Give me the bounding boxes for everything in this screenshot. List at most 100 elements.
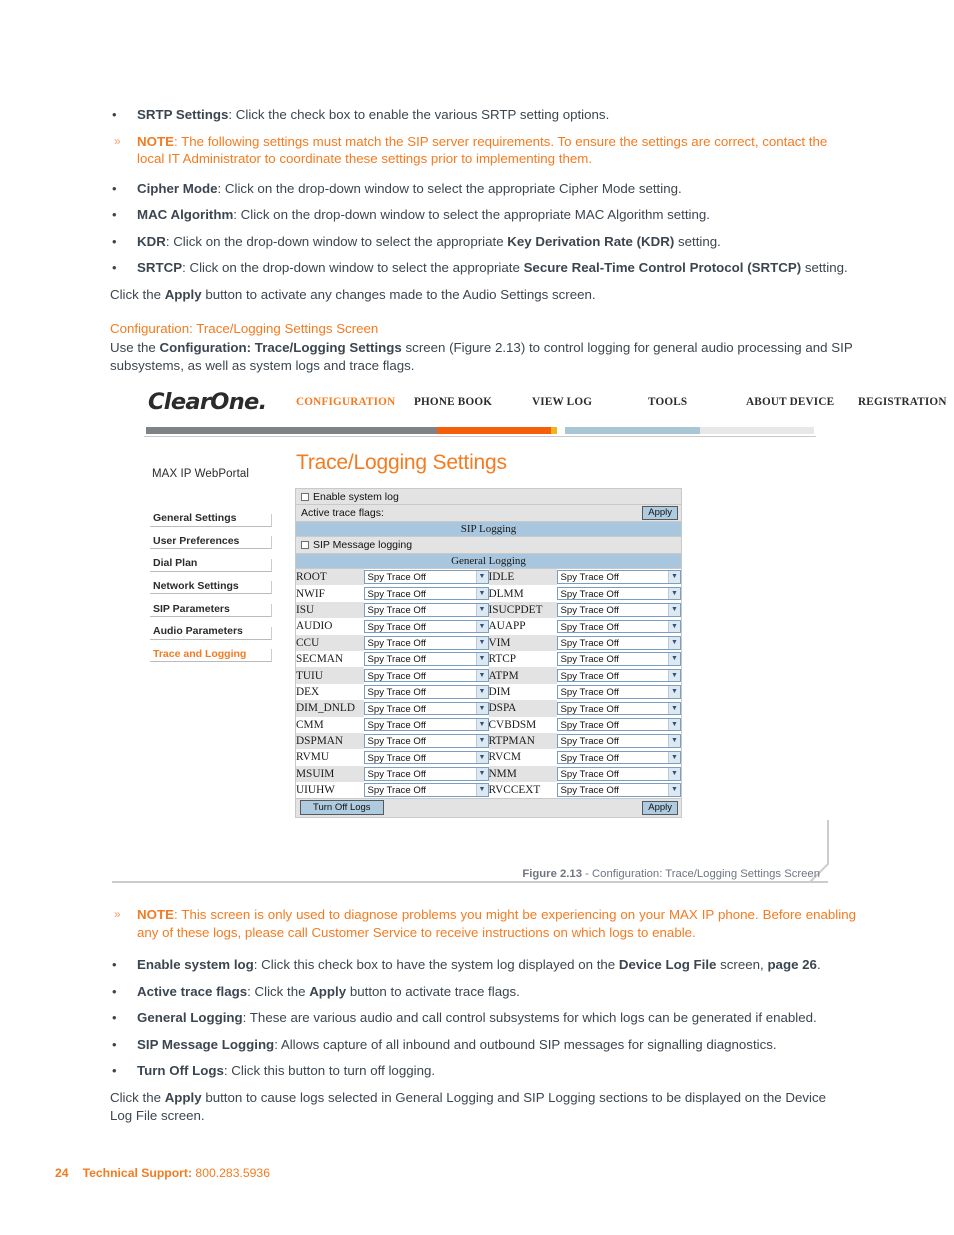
chevron-down-icon[interactable]: ▼ (668, 718, 680, 731)
table-row: TUIU Spy Trace Off ▼ ATPM Spy Trace Off ▼ (295, 667, 682, 684)
chevron-down-icon[interactable]: ▼ (475, 571, 488, 583)
chevron-down-icon[interactable]: ▼ (668, 604, 680, 616)
trace-level-dropdown-left[interactable]: Spy Trace Off ▼ (363, 783, 489, 797)
chevron-down-icon[interactable]: ▼ (475, 669, 488, 682)
trace-level-dropdown-right[interactable]: Spy Trace Off ▼ (556, 619, 681, 634)
table-row: DEX Spy Trace Off ▼ DIM Spy Trace Off ▼ (295, 683, 682, 701)
chevron-down-icon[interactable]: ▼ (475, 751, 488, 764)
nav-item-tools[interactable]: TOOLS (648, 396, 687, 408)
trace-level-dropdown-left[interactable]: Spy Trace Off ▼ (363, 636, 489, 650)
chevron-down-icon[interactable]: ▼ (668, 620, 680, 633)
trace-level-dropdown-right[interactable]: Spy Trace Off ▼ (556, 734, 681, 748)
chevron-down-icon[interactable]: ▼ (668, 571, 680, 583)
trace-level-dropdown-right[interactable]: Spy Trace Off ▼ (556, 767, 681, 781)
enable-system-log-row[interactable]: Enable system log (295, 488, 682, 505)
chevron-down-icon[interactable]: ▼ (475, 620, 488, 633)
chevron-down-icon[interactable]: ▼ (475, 587, 488, 600)
chevron-down-icon[interactable]: ▼ (475, 768, 488, 780)
chevron-down-icon[interactable]: ▼ (475, 718, 488, 731)
trace-level-value: Spy Trace Off (560, 670, 619, 682)
sidebar-item-audio-parameters[interactable]: Audio Parameters (150, 620, 278, 643)
trace-level-dropdown-right[interactable]: Spy Trace Off ▼ (556, 603, 681, 617)
chevron-down-icon[interactable]: ▼ (475, 784, 488, 796)
sidebar-item-dial-plan[interactable]: Dial Plan (150, 552, 278, 575)
chevron-down-icon[interactable]: ▼ (475, 735, 488, 747)
trace-level-value: Spy Trace Off (560, 719, 619, 731)
stripe-segment (436, 427, 552, 434)
bullet-glyph: • (112, 260, 117, 275)
chevron-down-icon[interactable]: ▼ (668, 669, 680, 682)
sidebar-item-user-preferences[interactable]: User Preferences (150, 530, 278, 553)
trace-level-dropdown-left[interactable]: Spy Trace Off ▼ (363, 717, 489, 732)
sidebar-item-sip-parameters[interactable]: SIP Parameters (150, 597, 278, 620)
sidebar-item-tick (271, 626, 272, 640)
sidebar-item-trace-and-logging[interactable]: Trace and Logging (150, 643, 278, 666)
bullet-emphasis-2: page 26 (767, 957, 817, 972)
table-row: MSUIM Spy Trace Off ▼ NMM Spy Trace Off ▼ (295, 765, 682, 783)
trace-level-dropdown-right[interactable]: Spy Trace Off ▼ (556, 685, 681, 699)
trace-level-dropdown-left[interactable]: Spy Trace Off ▼ (363, 734, 489, 748)
trace-level-dropdown-right[interactable]: Spy Trace Off ▼ (556, 586, 681, 601)
trace-level-value: Spy Trace Off (560, 588, 619, 600)
trace-level-dropdown-right[interactable]: Spy Trace Off ▼ (556, 701, 681, 716)
sidebar-item-general-settings[interactable]: General Settings (150, 507, 278, 530)
trace-level-value: Spy Trace Off (560, 621, 619, 633)
chevron-down-icon[interactable]: ▼ (475, 653, 488, 665)
turn-off-logs-button[interactable]: Turn Off Logs (300, 800, 384, 816)
chevron-down-icon[interactable]: ▼ (668, 587, 680, 600)
trace-level-dropdown-left[interactable]: Spy Trace Off ▼ (363, 767, 489, 781)
chevron-down-icon[interactable]: ▼ (668, 751, 680, 764)
sidebar-item-network-settings[interactable]: Network Settings (150, 575, 278, 598)
apply-top-button[interactable]: Apply (642, 506, 678, 520)
note2-text: : This screen is only used to diagnose p… (137, 907, 856, 940)
trace-level-dropdown-left[interactable]: Spy Trace Off ▼ (363, 668, 489, 683)
chevron-down-icon[interactable]: ▼ (668, 653, 680, 665)
chevron-down-icon[interactable]: ▼ (475, 637, 488, 649)
nav-item-registration[interactable]: REGISTRATION (858, 396, 947, 408)
chevron-down-icon[interactable]: ▼ (668, 686, 680, 698)
trace-level-dropdown-left[interactable]: Spy Trace Off ▼ (363, 619, 489, 634)
nav-item-phone-book[interactable]: PHONE BOOK (414, 396, 492, 408)
chevron-down-icon[interactable]: ▼ (668, 637, 680, 649)
trace-level-dropdown-right[interactable]: Spy Trace Off ▼ (556, 570, 681, 584)
bullet-description-2: screen, (716, 957, 768, 972)
trace-level-value: Spy Trace Off (367, 670, 426, 682)
trace-logging-options-list: • Enable system log: Click this check box… (104, 956, 860, 1089)
chevron-down-icon[interactable]: ▼ (475, 604, 488, 616)
chevron-down-icon[interactable]: ▼ (668, 768, 680, 780)
trace-level-dropdown-right[interactable]: Spy Trace Off ▼ (556, 668, 681, 683)
nav-item-configuration[interactable]: CONFIGURATION (296, 396, 395, 408)
trace-level-dropdown-right[interactable]: Spy Trace Off ▼ (556, 717, 681, 732)
trace-level-dropdown-left[interactable]: Spy Trace Off ▼ (363, 652, 489, 666)
sip-message-logging-checkbox[interactable] (301, 541, 309, 549)
chevron-down-icon[interactable]: ▼ (475, 702, 488, 715)
chevron-down-icon[interactable]: ▼ (668, 702, 680, 715)
trace-level-dropdown-left[interactable]: Spy Trace Off ▼ (363, 586, 489, 601)
bullet-description-2: setting. (801, 260, 848, 275)
trace-level-dropdown-left[interactable]: Spy Trace Off ▼ (363, 685, 489, 699)
chevron-down-icon[interactable]: ▼ (668, 735, 680, 747)
trace-flag-label-left: DEX (295, 683, 364, 701)
trace-level-dropdown-left[interactable]: Spy Trace Off ▼ (363, 570, 489, 584)
sip-message-logging-row[interactable]: SIP Message logging (295, 537, 682, 554)
trace-level-value: Spy Trace Off (367, 785, 426, 797)
trace-level-dropdown-left[interactable]: Spy Trace Off ▼ (363, 750, 489, 765)
sidebar-item-underline (150, 570, 272, 572)
trace-level-dropdown-right[interactable]: Spy Trace Off ▼ (556, 750, 681, 765)
nav-item-about-device[interactable]: ABOUT DEVICE (746, 396, 834, 408)
bullet-description: : Click on the drop-down window to selec… (233, 207, 710, 222)
trace-level-dropdown-left[interactable]: Spy Trace Off ▼ (363, 701, 489, 716)
table-row: ROOT Spy Trace Off ▼ IDLE Spy Trace Off ▼ (295, 569, 682, 586)
chevron-down-icon[interactable]: ▼ (668, 784, 680, 796)
trace-level-dropdown-right[interactable]: Spy Trace Off ▼ (556, 652, 681, 666)
trace-flag-label-right: IDLE (488, 569, 557, 586)
chevron-down-icon[interactable]: ▼ (475, 686, 488, 698)
bullet-description: : Allows capture of all inbound and outb… (274, 1036, 777, 1052)
nav-item-view-log[interactable]: VIEW LOG (532, 396, 592, 408)
trace-level-dropdown-left[interactable]: Spy Trace Off ▼ (363, 603, 489, 617)
trace-level-dropdown-right[interactable]: Spy Trace Off ▼ (556, 783, 681, 797)
trace-flag-label-left: CCU (295, 634, 364, 651)
enable-system-log-checkbox[interactable] (301, 492, 309, 501)
apply-bottom-button[interactable]: Apply (642, 800, 678, 815)
trace-level-dropdown-right[interactable]: Spy Trace Off ▼ (556, 636, 681, 650)
